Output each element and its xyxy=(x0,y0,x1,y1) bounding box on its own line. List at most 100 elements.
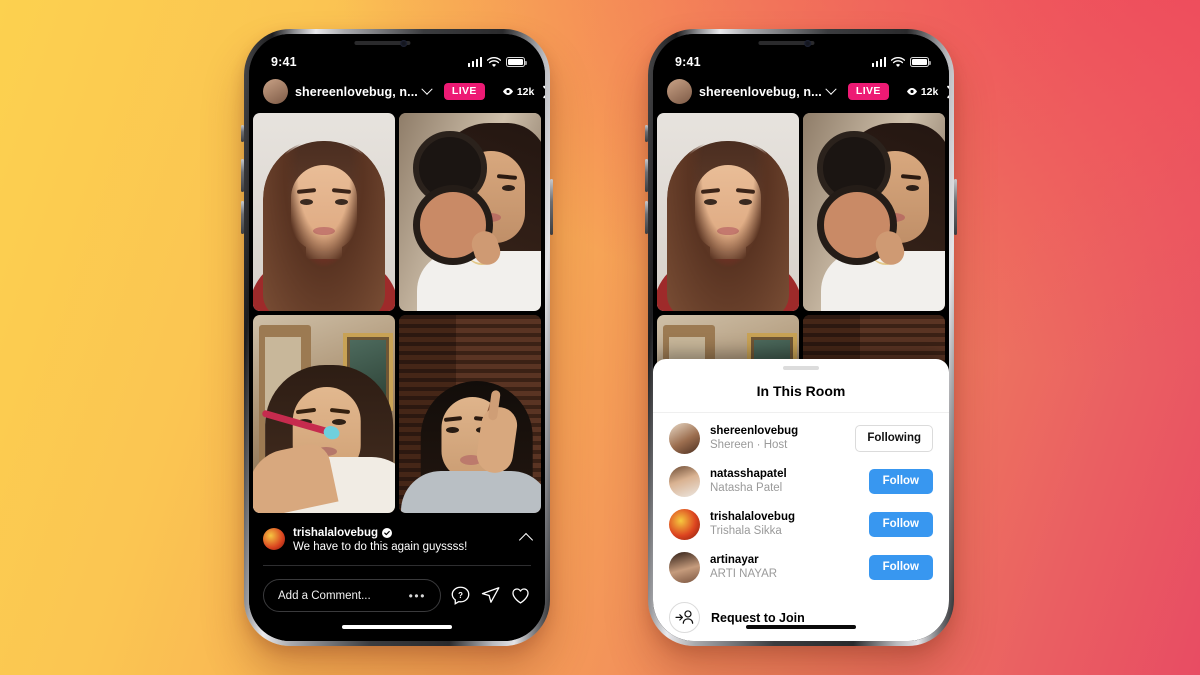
follow-button[interactable]: Follow xyxy=(868,512,933,537)
phone-left: 9:41 shereenlovebug, n... LIVE 12k trish… xyxy=(241,29,553,646)
live-header: shereenlovebug, n... LIVE 12k xyxy=(653,72,949,113)
add-comment-input[interactable]: Add a Comment... ••• xyxy=(263,579,441,612)
front-camera-icon xyxy=(804,40,812,47)
person-username: artinayar xyxy=(710,553,759,566)
room-people-list: shereenlovebug Shereen · Host Following … xyxy=(653,413,949,633)
person-names: shereenlovebug Shereen · Host xyxy=(710,424,845,453)
following-button[interactable]: Following xyxy=(855,425,933,452)
silent-switch[interactable] xyxy=(645,125,648,142)
caption-username[interactable]: trishalalovebug xyxy=(293,527,378,539)
caption-row: trishalalovebug We have to do this again… xyxy=(249,513,545,565)
chevron-down-icon[interactable] xyxy=(825,83,837,95)
person-subtitle: Shereen · Host xyxy=(710,439,788,452)
follow-button[interactable]: Follow xyxy=(868,469,933,494)
home-indicator xyxy=(342,625,452,629)
person-names: artinayar ARTI NAYAR xyxy=(710,553,859,582)
comment-bar: Add a Comment... ••• ? xyxy=(249,566,545,612)
canvas: 9:41 shereenlovebug, n... LIVE 12k trish… xyxy=(0,0,1200,675)
verified-badge-icon xyxy=(382,528,392,538)
host-avatar[interactable] xyxy=(667,79,692,104)
person-username: natasshapatel xyxy=(710,467,787,480)
live-room-title[interactable]: shereenlovebug, n... xyxy=(699,85,822,99)
person-username: trishalalovebug xyxy=(710,510,795,523)
person-names: natasshapatel Natasha Patel xyxy=(710,467,859,496)
phone-right: 9:41 shereenlovebug, n... LIVE 12k In Th… xyxy=(645,29,957,646)
paper-plane-icon[interactable] xyxy=(480,585,501,606)
list-item[interactable]: shereenlovebug Shereen · Host Following xyxy=(653,417,949,460)
battery-full-icon xyxy=(506,57,527,67)
volume-up-button[interactable] xyxy=(241,159,244,192)
sheet-title: In This Room xyxy=(653,370,949,413)
person-username: shereenlovebug xyxy=(710,424,799,437)
status-indicators xyxy=(871,56,931,68)
participant-tile-1[interactable] xyxy=(253,113,395,311)
earpiece-area xyxy=(249,34,545,50)
eye-icon xyxy=(906,87,917,96)
heart-icon[interactable] xyxy=(510,585,531,606)
battery-full-icon xyxy=(910,57,931,67)
participant-tile-2[interactable] xyxy=(399,113,541,311)
phone-right-body: 9:41 shereenlovebug, n... LIVE 12k In Th… xyxy=(653,34,949,641)
caption-message: We have to do this again guyssss! xyxy=(293,541,468,553)
avatar[interactable] xyxy=(669,509,700,540)
live-header: shereenlovebug, n... LIVE 12k xyxy=(249,72,545,113)
ellipsis-icon[interactable]: ••• xyxy=(409,589,426,603)
participant-tile-2[interactable] xyxy=(803,113,945,311)
viewer-count: 12k xyxy=(516,85,535,98)
power-button[interactable] xyxy=(954,179,957,235)
status-time: 9:41 xyxy=(271,55,297,69)
caption-text-block: trishalalovebug We have to do this again… xyxy=(293,527,513,553)
in-this-room-sheet: In This Room shereenlovebug Shereen · Ho… xyxy=(653,359,949,641)
volume-down-button[interactable] xyxy=(645,201,648,234)
volume-down-button[interactable] xyxy=(241,201,244,234)
person-subtitle: Natasha Patel xyxy=(710,482,783,495)
phone-left-body: 9:41 shereenlovebug, n... LIVE 12k trish… xyxy=(249,34,545,641)
avatar[interactable] xyxy=(669,552,700,583)
status-time: 9:41 xyxy=(675,55,701,69)
host-avatar[interactable] xyxy=(263,79,288,104)
status-bar: 9:41 xyxy=(653,50,949,72)
chevron-up-icon[interactable] xyxy=(518,532,534,548)
wifi-icon xyxy=(891,56,905,67)
viewer-count: 12k xyxy=(920,85,939,98)
avatar[interactable] xyxy=(669,423,700,454)
person-names: trishalalovebug Trishala Sikka xyxy=(710,510,859,539)
live-room-title[interactable]: shereenlovebug, n... xyxy=(295,85,418,99)
participant-tile-1[interactable] xyxy=(657,113,799,311)
power-button[interactable] xyxy=(550,179,553,235)
participant-grid xyxy=(249,113,545,513)
comment-placeholder: Add a Comment... xyxy=(278,589,371,602)
follow-button[interactable]: Follow xyxy=(868,555,933,580)
person-subtitle: Trishala Sikka xyxy=(710,525,782,538)
person-subtitle: ARTI NAYAR xyxy=(710,568,778,581)
list-item[interactable]: trishalalovebug Trishala Sikka Follow xyxy=(653,503,949,546)
live-room-screen: 9:41 shereenlovebug, n... LIVE 12k trish… xyxy=(249,34,545,641)
wifi-icon xyxy=(487,56,501,67)
status-indicators xyxy=(467,56,527,68)
avatar[interactable] xyxy=(669,466,700,497)
signal-bars-icon xyxy=(871,57,886,67)
viewer-count-group[interactable]: 12k xyxy=(906,85,939,98)
caption-name-row: trishalalovebug xyxy=(293,527,513,539)
list-item[interactable]: natasshapatel Natasha Patel Follow xyxy=(653,460,949,503)
silent-switch[interactable] xyxy=(241,125,244,142)
front-camera-icon xyxy=(400,40,408,47)
earpiece-area xyxy=(653,34,949,50)
question-bubble-icon[interactable]: ? xyxy=(450,585,471,606)
status-bar: 9:41 xyxy=(249,50,545,72)
volume-up-button[interactable] xyxy=(645,159,648,192)
list-item[interactable]: artinayar ARTI NAYAR Follow xyxy=(653,546,949,589)
eye-icon xyxy=(502,87,513,96)
svg-text:?: ? xyxy=(458,591,463,600)
home-indicator xyxy=(746,625,856,629)
signal-bars-icon xyxy=(467,57,482,67)
chevron-down-icon[interactable] xyxy=(421,83,433,95)
viewer-count-group[interactable]: 12k xyxy=(502,85,535,98)
live-room-screen-with-sheet: 9:41 shereenlovebug, n... LIVE 12k In Th… xyxy=(653,34,949,641)
participant-tile-3[interactable] xyxy=(253,315,395,513)
participant-tile-4[interactable] xyxy=(399,315,541,513)
request-to-join-label: Request to Join xyxy=(711,610,805,625)
commenter-avatar[interactable] xyxy=(263,528,285,550)
live-badge: LIVE xyxy=(847,82,889,101)
live-badge: LIVE xyxy=(443,82,485,101)
